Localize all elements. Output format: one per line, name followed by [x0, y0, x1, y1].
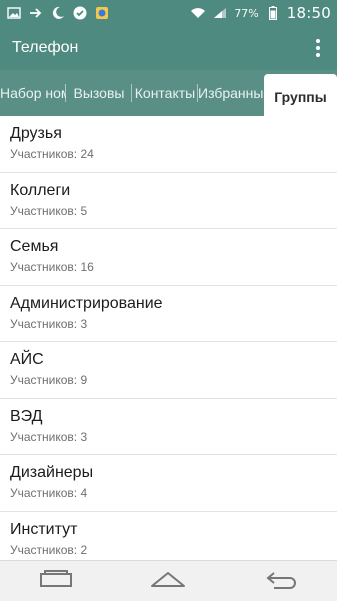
tab-contacts[interactable]: Контакты [132, 70, 198, 116]
status-bar: 77% 18:50 [0, 0, 337, 26]
list-item[interactable]: Коллеги Участников: 5 [0, 173, 337, 229]
arrow-right-icon [28, 5, 44, 21]
group-members: Участников: 3 [10, 316, 88, 331]
group-members: Участников: 2 [10, 542, 88, 557]
list-item[interactable]: Друзья Участников: 24 [0, 116, 337, 173]
tab-label: Набор номера [0, 85, 66, 101]
recent-apps-icon [39, 569, 73, 593]
home-icon [150, 570, 186, 593]
image-icon [6, 5, 22, 21]
wifi-icon [190, 5, 206, 21]
group-name: АЙС [10, 351, 44, 368]
back-icon [264, 569, 298, 594]
app-icon [94, 5, 110, 21]
list-item[interactable]: Дизайнеры Участников: 4 [0, 455, 337, 512]
tab-dialer[interactable]: Набор номера [0, 70, 66, 116]
group-members: Участников: 9 [10, 373, 88, 387]
battery-icon [265, 5, 281, 21]
app-title: Телефон [12, 39, 79, 56]
status-time: 18:50 [286, 4, 331, 22]
tab-label: Вызовы [73, 85, 125, 101]
moon-icon [50, 5, 66, 21]
back-button[interactable] [251, 561, 311, 601]
group-name: ВЭД [10, 407, 43, 425]
battery-percent: 77% [234, 6, 259, 20]
tab-label: Группы [274, 89, 327, 105]
list-item[interactable]: Семья Участников: 16 [0, 229, 337, 286]
group-members: Участников: 24 [10, 147, 94, 161]
recent-apps-button[interactable] [26, 561, 86, 601]
home-button[interactable] [138, 561, 198, 601]
groups-list: Друзья Участников: 24 Коллеги Участников… [0, 116, 337, 560]
check-icon [72, 5, 88, 21]
signal-icon [212, 5, 228, 21]
app-bar: Телефон [0, 26, 337, 70]
tab-favorites[interactable]: Избранные [198, 70, 264, 116]
group-members: Участников: 3 [10, 429, 88, 444]
group-name: Институт [10, 520, 78, 538]
list-item[interactable]: Администрирование Участников: 3 [0, 286, 337, 342]
group-name: Коллеги [10, 181, 71, 199]
tab-calls[interactable]: Вызовы [66, 70, 132, 116]
group-members: Участников: 4 [10, 486, 88, 500]
tab-label: Контакты [134, 85, 196, 101]
group-name: Семья [10, 238, 59, 255]
tab-label: Избранные [198, 85, 264, 101]
group-members: Участников: 5 [10, 203, 88, 218]
list-item[interactable]: ВЭД Участников: 3 [0, 399, 337, 455]
tab-groups[interactable]: Группы [264, 74, 337, 120]
tab-bar: Набор номера Вызовы Контакты Избранные Г… [0, 70, 337, 120]
status-left-icons [6, 5, 110, 21]
group-name: Администрирование [10, 294, 163, 312]
navigation-bar [0, 560, 337, 601]
group-name: Друзья [10, 125, 62, 142]
status-right-icons: 77% 18:50 [190, 4, 331, 22]
list-item[interactable]: Институт Участников: 2 [0, 512, 337, 561]
list-item[interactable]: АЙС Участников: 9 [0, 342, 337, 399]
group-name: Дизайнеры [10, 464, 94, 481]
group-members: Участников: 16 [10, 260, 94, 274]
overflow-menu-icon[interactable] [311, 38, 325, 58]
